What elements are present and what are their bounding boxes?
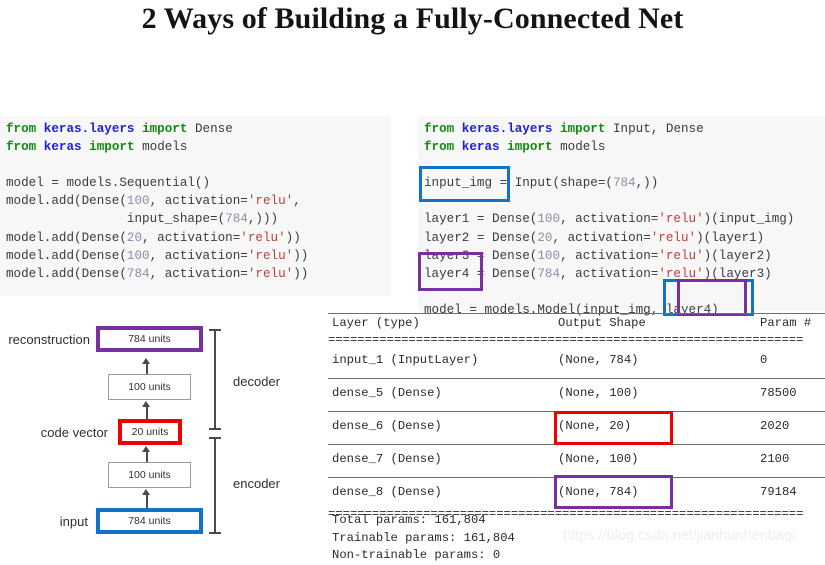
bracket-stem [214,329,216,430]
bracket-decoder [209,329,221,430]
total-params: Total params: 161,804 [332,513,486,527]
cell-param: 2020 [760,419,790,433]
table-separator-top: ========================================… [328,336,804,346]
table-totals: Total params: 161,804 Trainable params: … [332,512,515,565]
diagram-node-code-vector: 20 units [118,419,182,445]
bracket-label-encoder: encoder [233,476,280,491]
diagram-side-label-input: input [59,514,88,529]
cell-shape: (None, 100) [558,452,639,466]
arrow-head-2 [142,446,150,452]
slide-root: 2 Ways of Building a Fully-Connected Net… [0,0,825,562]
diagram-side-label-reconstruction: reconstruction [8,332,90,347]
diagram-node-label: 100 units [128,469,171,481]
autoencoder-diagram: 784 units reconstruction 100 units 20 un… [0,312,312,559]
cell-shape: (None, 100) [558,386,639,400]
table-header-row: Layer (type) Output Shape Param # [328,314,825,336]
cell-param: 2100 [760,452,790,466]
header-layer-type: Layer (type) [332,316,420,330]
non-trainable-params: Non-trainable params: 0 [332,548,501,562]
functional-api-code-block: from keras.layers import Input, Dense fr… [418,116,825,317]
arrow-head-4 [142,358,150,364]
model-summary: Layer (type) Output Shape Param # ======… [328,313,825,562]
table-row: dense_6 (Dense) (None, 20) 2020 [328,412,825,444]
diagram-node-reconstruction: 784 units [96,326,203,352]
bracket-cap-bottom [209,532,221,534]
diagram-node-label: 100 units [128,381,171,393]
cell-layer: input_1 (InputLayer) [332,353,479,367]
diagram-node-input: 784 units [96,508,203,534]
bracket-encoder [209,437,221,534]
page-title: 2 Ways of Building a Fully-Connected Net [141,2,684,35]
cell-param: 0 [760,353,768,367]
cell-param: 78500 [760,386,797,400]
table-row: dense_8 (Dense) (None, 784) 79184 [328,478,825,510]
bracket-label-decoder: decoder [233,374,280,389]
diagram-node-label: 784 units [128,333,171,345]
diagram-node-decoder-hidden: 100 units [108,374,191,400]
diagram-side-label-code-vector: code vector [40,425,108,440]
diagram-node-encoder-hidden: 100 units [108,462,191,488]
cell-param: 79184 [760,485,797,499]
cell-layer: dense_6 (Dense) [332,419,442,433]
table-row: dense_7 (Dense) (None, 100) 2100 [328,445,825,477]
watermark: https://blog.csdn.net/jianhunhenbaqi [563,528,796,544]
cell-shape: (None, 20) [558,419,632,433]
arrow-head-3 [142,401,150,407]
bracket-stem [214,437,216,534]
cell-shape: (None, 784) [558,353,639,367]
cell-layer: dense_5 (Dense) [332,386,442,400]
cell-layer: dense_8 (Dense) [332,485,442,499]
header-output-shape: Output Shape [558,316,646,330]
table-row: input_1 (InputLayer) (None, 784) 0 [328,346,825,378]
diagram-node-label: 20 units [131,426,169,438]
header-param-count: Param # [760,316,812,330]
table-row: dense_5 (Dense) (None, 100) 78500 [328,379,825,411]
arrow-head-1 [142,489,150,495]
cell-layer: dense_7 (Dense) [332,452,442,466]
diagram-node-label: 784 units [128,515,171,527]
trainable-params: Trainable params: 161,804 [332,530,515,545]
sequential-api-code-block: from keras.layers import Dense from kera… [0,116,391,296]
bracket-cap-bottom [209,428,221,430]
cell-shape: (None, 784) [558,485,639,499]
